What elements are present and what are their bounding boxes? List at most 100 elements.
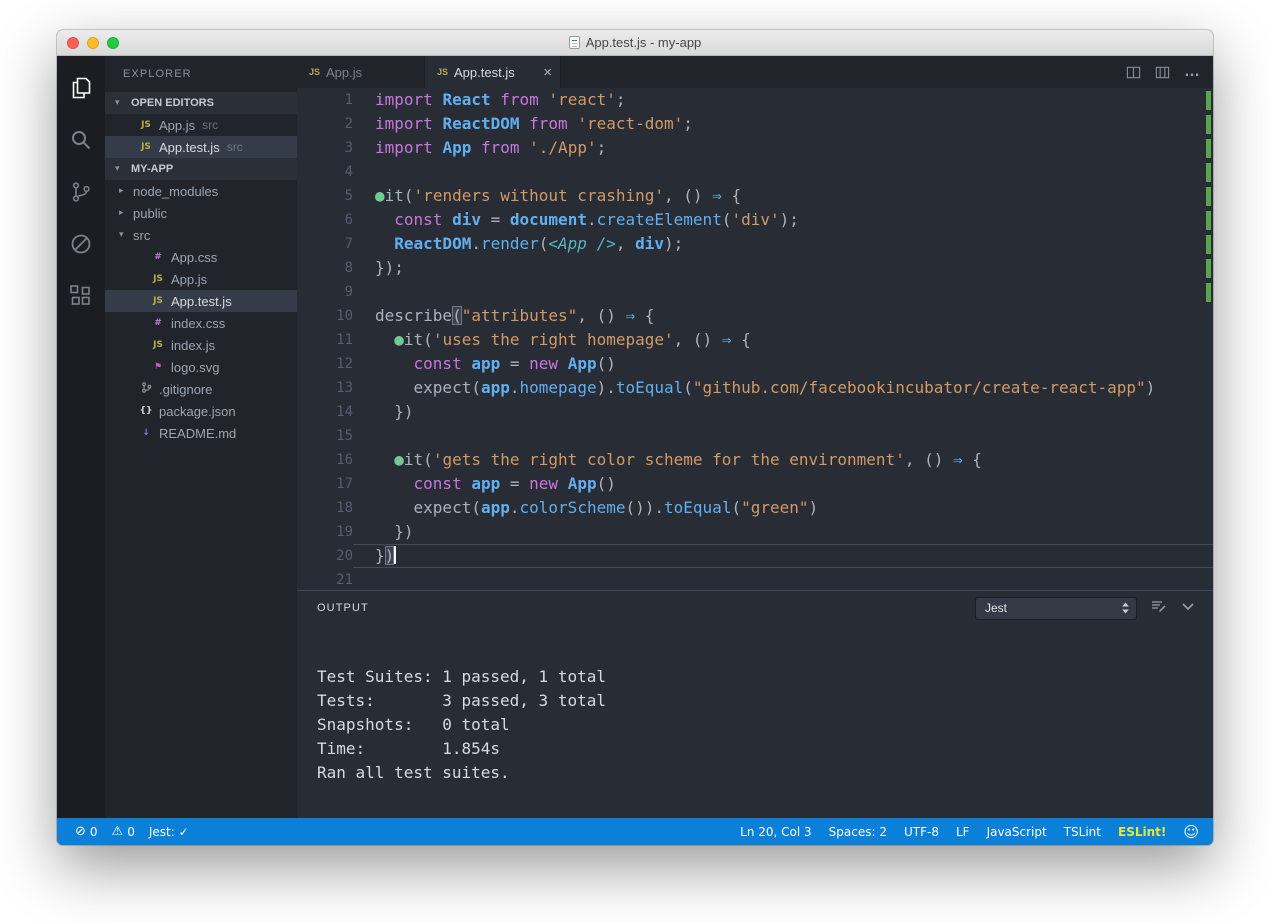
code-line[interactable]: 20})	[297, 544, 1213, 568]
code-line[interactable]: 15	[297, 424, 1213, 448]
open-editors-header[interactable]: ▾ OPEN EDITORS	[105, 92, 297, 114]
editor-actions: …	[1126, 56, 1201, 88]
code-line[interactable]: 12 const app = new App()	[297, 352, 1213, 376]
status-item[interactable]: Spaces: 2	[829, 825, 887, 839]
error-count[interactable]: ⊘ 0	[75, 824, 98, 839]
line-number[interactable]: 18	[297, 496, 353, 520]
titlebar[interactable]: App.test.js - my-app	[57, 30, 1213, 56]
line-number[interactable]: 15	[297, 424, 353, 448]
line-number[interactable]: 3	[297, 136, 353, 160]
code-editor[interactable]: 1import React from 'react';2import React…	[297, 88, 1213, 590]
code-token: from	[481, 138, 520, 157]
code-line[interactable]: 8});	[297, 256, 1213, 280]
tree-folder[interactable]: ▾src	[105, 224, 297, 246]
close-window-button[interactable]	[67, 37, 79, 49]
status-item[interactable]: LF	[956, 825, 970, 839]
toggle-layout-icon[interactable]	[1155, 65, 1170, 80]
activity-explorer[interactable]	[57, 64, 105, 116]
line-number[interactable]: 16	[297, 448, 353, 472]
code-line[interactable]: 4	[297, 160, 1213, 184]
line-number[interactable]: 2	[297, 112, 353, 136]
tree-item-label: App.test.js	[171, 294, 232, 309]
minimize-window-button[interactable]	[87, 37, 99, 49]
line-number[interactable]: 4	[297, 160, 353, 184]
code-line[interactable]: 14 })	[297, 400, 1213, 424]
tree-folder[interactable]: ▸public	[105, 202, 297, 224]
tree-item[interactable]: ⚑logo.svg	[105, 356, 297, 378]
status-item[interactable]: JavaScript	[987, 825, 1047, 839]
output-line: Snapshots: 0 total	[317, 713, 1213, 737]
line-number[interactable]: 1	[297, 88, 353, 112]
status-item[interactable]: UTF-8	[904, 825, 939, 839]
code-line[interactable]: 18 expect(app.colorScheme()).toEqual("gr…	[297, 496, 1213, 520]
more-actions-icon[interactable]: …	[1184, 63, 1201, 81]
panel-controls: Jest	[975, 597, 1197, 620]
ruler-mark	[1206, 259, 1211, 278]
output-channel-select[interactable]: Jest	[975, 597, 1137, 620]
code-token: div	[635, 234, 664, 253]
code-line[interactable]: 6 const div = document.createElement('di…	[297, 208, 1213, 232]
code-line[interactable]: 3import App from './App';	[297, 136, 1213, 160]
code-line[interactable]: 13 expect(app.homepage).toEqual("github.…	[297, 376, 1213, 400]
close-tab-icon[interactable]: ×	[543, 65, 552, 80]
activity-extensions[interactable]	[57, 272, 105, 324]
line-number[interactable]: 14	[297, 400, 353, 424]
line-content: const app = new App()	[353, 472, 1213, 496]
tree-item[interactable]: ↓README.md	[105, 422, 297, 444]
collapse-panel-icon[interactable]	[1179, 597, 1197, 620]
clear-output-icon[interactable]	[1150, 598, 1166, 619]
line-number[interactable]: 8	[297, 256, 353, 280]
output-content[interactable]: Test Suites: 1 passed, 1 totalTests: 3 p…	[297, 625, 1213, 818]
line-number[interactable]: 5	[297, 184, 353, 208]
activity-search[interactable]	[57, 116, 105, 168]
tree-item[interactable]: #App.css	[105, 246, 297, 268]
tree-folder[interactable]: ▸node_modules	[105, 180, 297, 202]
line-number[interactable]: 11	[297, 328, 353, 352]
project-header[interactable]: ▾ MY-APP	[105, 158, 297, 180]
code-line[interactable]: 16 ●it('gets the right color scheme for …	[297, 448, 1213, 472]
code-line[interactable]: 5●it('renders without crashing', () ⇒ {	[297, 184, 1213, 208]
line-number[interactable]: 20	[297, 544, 353, 568]
tab-label: App.test.js	[454, 65, 515, 80]
code-line[interactable]: 7 ReactDOM.render(<App />, div);	[297, 232, 1213, 256]
status-item[interactable]: TSLint	[1064, 825, 1101, 839]
code-line[interactable]: 1import React from 'react';	[297, 88, 1213, 112]
tree-item[interactable]: #index.css	[105, 312, 297, 334]
zoom-window-button[interactable]	[107, 37, 119, 49]
line-number[interactable]: 12	[297, 352, 353, 376]
tree-item[interactable]: JSindex.js	[105, 334, 297, 356]
tab-output[interactable]: OUTPUT	[317, 602, 369, 614]
tree-item[interactable]: {}package.json	[105, 400, 297, 422]
tree-item[interactable]: JSApp.test.js	[105, 290, 297, 312]
line-number[interactable]: 21	[297, 568, 353, 590]
code-line[interactable]: 19 })	[297, 520, 1213, 544]
code-line[interactable]: 11 ●it('uses the right homepage', () ⇒ {	[297, 328, 1213, 352]
editor-tab[interactable]: JSApp.js	[297, 56, 425, 88]
code-line[interactable]: 21	[297, 568, 1213, 590]
line-number[interactable]: 9	[297, 280, 353, 304]
feedback-smiley-icon[interactable]: ☺	[1183, 823, 1199, 841]
status-item[interactable]: Ln 20, Col 3	[740, 825, 812, 839]
open-editor-item[interactable]: JSApp.test.jssrc	[105, 136, 297, 158]
line-number[interactable]: 6	[297, 208, 353, 232]
tree-item[interactable]: .gitignore	[105, 378, 297, 400]
code-line[interactable]: 10describe("attributes", () ⇒ {	[297, 304, 1213, 328]
line-number[interactable]: 13	[297, 376, 353, 400]
code-line[interactable]: 17 const app = new App()	[297, 472, 1213, 496]
line-number[interactable]: 7	[297, 232, 353, 256]
overview-ruler[interactable]	[1205, 88, 1211, 590]
open-editor-item[interactable]: JSApp.jssrc	[105, 114, 297, 136]
status-item[interactable]: ESLint!	[1118, 825, 1166, 839]
jest-status[interactable]: Jest: ✓	[149, 825, 189, 839]
line-number[interactable]: 17	[297, 472, 353, 496]
warning-count[interactable]: ⚠ 0	[112, 824, 135, 839]
split-editor-icon[interactable]	[1126, 65, 1141, 80]
activity-source-control[interactable]	[57, 168, 105, 220]
activity-debug[interactable]	[57, 220, 105, 272]
editor-tab[interactable]: JSApp.test.js×	[425, 56, 561, 88]
line-number[interactable]: 19	[297, 520, 353, 544]
line-number[interactable]: 10	[297, 304, 353, 328]
tree-item[interactable]: JSApp.js	[105, 268, 297, 290]
code-line[interactable]: 9	[297, 280, 1213, 304]
code-line[interactable]: 2import ReactDOM from 'react-dom';	[297, 112, 1213, 136]
